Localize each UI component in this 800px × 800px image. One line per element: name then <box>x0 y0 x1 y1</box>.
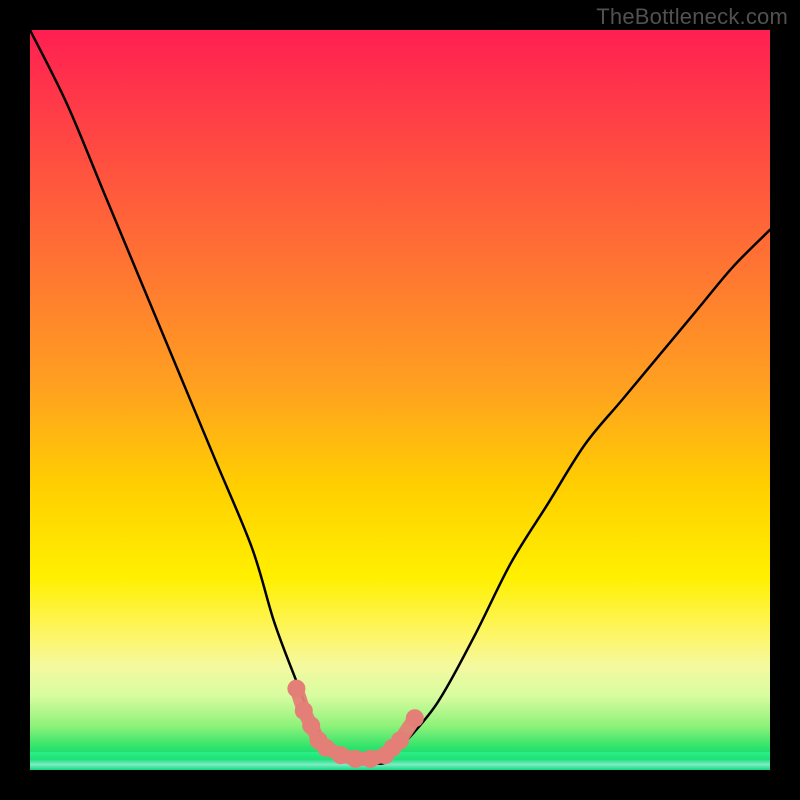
optimal-band <box>30 752 770 770</box>
marker-dot <box>406 709 424 727</box>
marker-dot <box>391 731 409 749</box>
marker-dot <box>310 731 328 749</box>
plot-area <box>30 30 770 770</box>
watermark-text: TheBottleneck.com <box>596 4 788 30</box>
chart-frame: TheBottleneck.com <box>0 0 800 800</box>
marker-connector <box>296 689 414 759</box>
bottleneck-curve <box>30 30 770 770</box>
marker-dot <box>287 680 305 698</box>
marker-dot <box>302 717 320 735</box>
marker-dot <box>295 702 313 720</box>
